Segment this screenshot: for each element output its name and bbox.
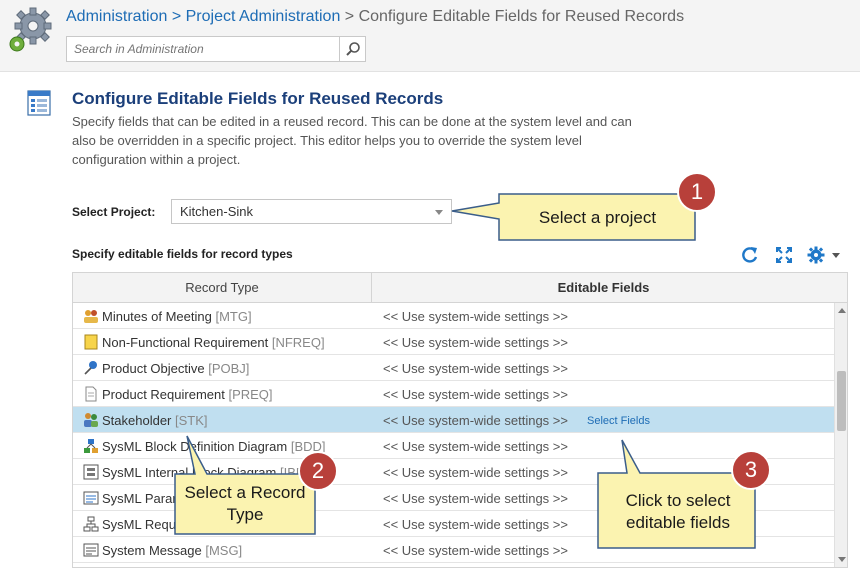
message-icon	[83, 543, 99, 557]
block-diagram-icon	[84, 439, 98, 453]
chevron-down-icon	[435, 210, 443, 215]
editable-fields-value: << Use system-wide settings >>	[383, 517, 568, 532]
record-type-name: Product Objective	[102, 361, 205, 376]
page-description: Specify fields that can be edited in a r…	[72, 114, 632, 167]
table-row[interactable]: System Message [MSG] << Use system-wide …	[73, 537, 834, 563]
record-type-name: Non-Functional Requirement	[102, 335, 269, 350]
scroll-up-icon[interactable]	[838, 308, 846, 313]
editable-fields-value: << Use system-wide settings >>	[383, 439, 568, 454]
record-type-name: Product Requirement	[102, 387, 225, 402]
column-header-editable-fields[interactable]: Editable Fields	[373, 273, 834, 302]
search-button[interactable]	[339, 37, 365, 61]
section-label: Specify editable fields for record types	[72, 247, 293, 261]
breadcrumb: Administration > Project Administration …	[66, 8, 684, 26]
record-type-name: System Message	[102, 543, 202, 558]
record-type-prefix: [POBJ]	[208, 361, 250, 376]
table-row[interactable]: Non-Functional Requirement [NFREQ] << Us…	[73, 329, 834, 355]
search-input[interactable]	[67, 37, 337, 61]
callout-2-number: 2	[311, 458, 325, 483]
table-row-selected[interactable]: Stakeholder [STK] << Use system-wide set…	[73, 407, 834, 433]
header-bar: Administration > Project Administration …	[0, 0, 860, 72]
settings-icon[interactable]	[806, 244, 842, 266]
editable-fields-value: << Use system-wide settings >>	[383, 491, 568, 506]
record-type-name: Stakeholder	[102, 413, 172, 428]
project-select-value: Kitchen-Sink	[180, 204, 253, 219]
callout-1-number: 1	[690, 179, 704, 204]
editable-fields-page-icon	[27, 90, 51, 116]
editable-fields-value: << Use system-wide settings >>	[383, 335, 568, 350]
project-select[interactable]: Kitchen-Sink	[171, 199, 452, 224]
page-title: Configure Editable Fields for Reused Rec…	[72, 89, 444, 108]
callout-3-number: 3	[744, 457, 758, 482]
grid-scrollbar[interactable]	[834, 303, 847, 567]
parametric-icon	[83, 491, 99, 505]
callout-1-text: Select a project	[538, 208, 657, 227]
editable-fields-value: << Use system-wide settings >>	[383, 309, 568, 324]
scroll-down-icon[interactable]	[838, 557, 846, 562]
record-type-prefix: [MTG]	[215, 309, 252, 324]
gear-cogs-icon	[9, 7, 52, 52]
editable-fields-value: << Use system-wide settings >>	[383, 387, 568, 402]
breadcrumb-separator: >	[340, 8, 359, 25]
scrollbar-thumb[interactable]	[837, 371, 846, 431]
select-fields-link[interactable]: Select Fields	[587, 415, 650, 427]
breadcrumb-administration[interactable]: Administration	[66, 8, 167, 25]
record-type-name: SysML Internal Block Diagram	[102, 465, 277, 480]
meeting-icon	[84, 310, 98, 323]
document-icon	[85, 386, 97, 402]
record-type-prefix: [MSG]	[205, 543, 243, 558]
editable-fields-value: << Use system-wide settings >>	[383, 361, 568, 376]
search-box	[66, 36, 366, 62]
record-type-prefix: [PREQ]	[228, 387, 273, 402]
expand-icon[interactable]	[774, 244, 794, 266]
record-type-prefix: [STK]	[175, 413, 208, 428]
table-row[interactable]: Product Objective [POBJ] << Use system-w…	[73, 355, 834, 381]
callout-2-text: Select a Record Type	[184, 483, 306, 524]
people-icon	[84, 413, 98, 427]
table-row[interactable]: SysML Block Definition Diagram [BDD] << …	[73, 433, 834, 459]
search-icon	[345, 42, 360, 56]
refresh-icon[interactable]	[740, 244, 760, 266]
breadcrumb-current: Configure Editable Fields for Reused Rec…	[358, 8, 685, 25]
requirement-tree-icon	[83, 516, 99, 532]
table-row[interactable]: Product Requirement [PREQ] << Use system…	[73, 381, 834, 407]
column-header-record-type[interactable]: Record Type	[73, 273, 372, 302]
record-type-prefix: [BDD]	[290, 439, 326, 454]
breadcrumb-project-administration[interactable]: Project Administration	[186, 8, 341, 25]
breadcrumb-separator: >	[167, 8, 186, 25]
editable-fields-value: << Use system-wide settings >>	[383, 465, 568, 480]
internal-block-icon	[83, 464, 99, 480]
record-type-name: Minutes of Meeting	[102, 309, 212, 324]
table-row[interactable]: Minutes of Meeting [MTG] << Use system-w…	[73, 303, 834, 329]
editable-fields-value: << Use system-wide settings >>	[383, 413, 568, 428]
record-type-name: SysML Block Definition Diagram	[102, 439, 288, 454]
note-icon	[84, 334, 98, 350]
grid-header: Record Type Editable Fields	[73, 273, 847, 303]
callout-3-text: Click to select editable fields	[625, 491, 731, 532]
pin-icon	[84, 361, 97, 375]
select-project-label: Select Project:	[72, 205, 156, 219]
editable-fields-value: << Use system-wide settings >>	[383, 543, 568, 558]
record-type-prefix: [NFREQ]	[271, 335, 325, 350]
